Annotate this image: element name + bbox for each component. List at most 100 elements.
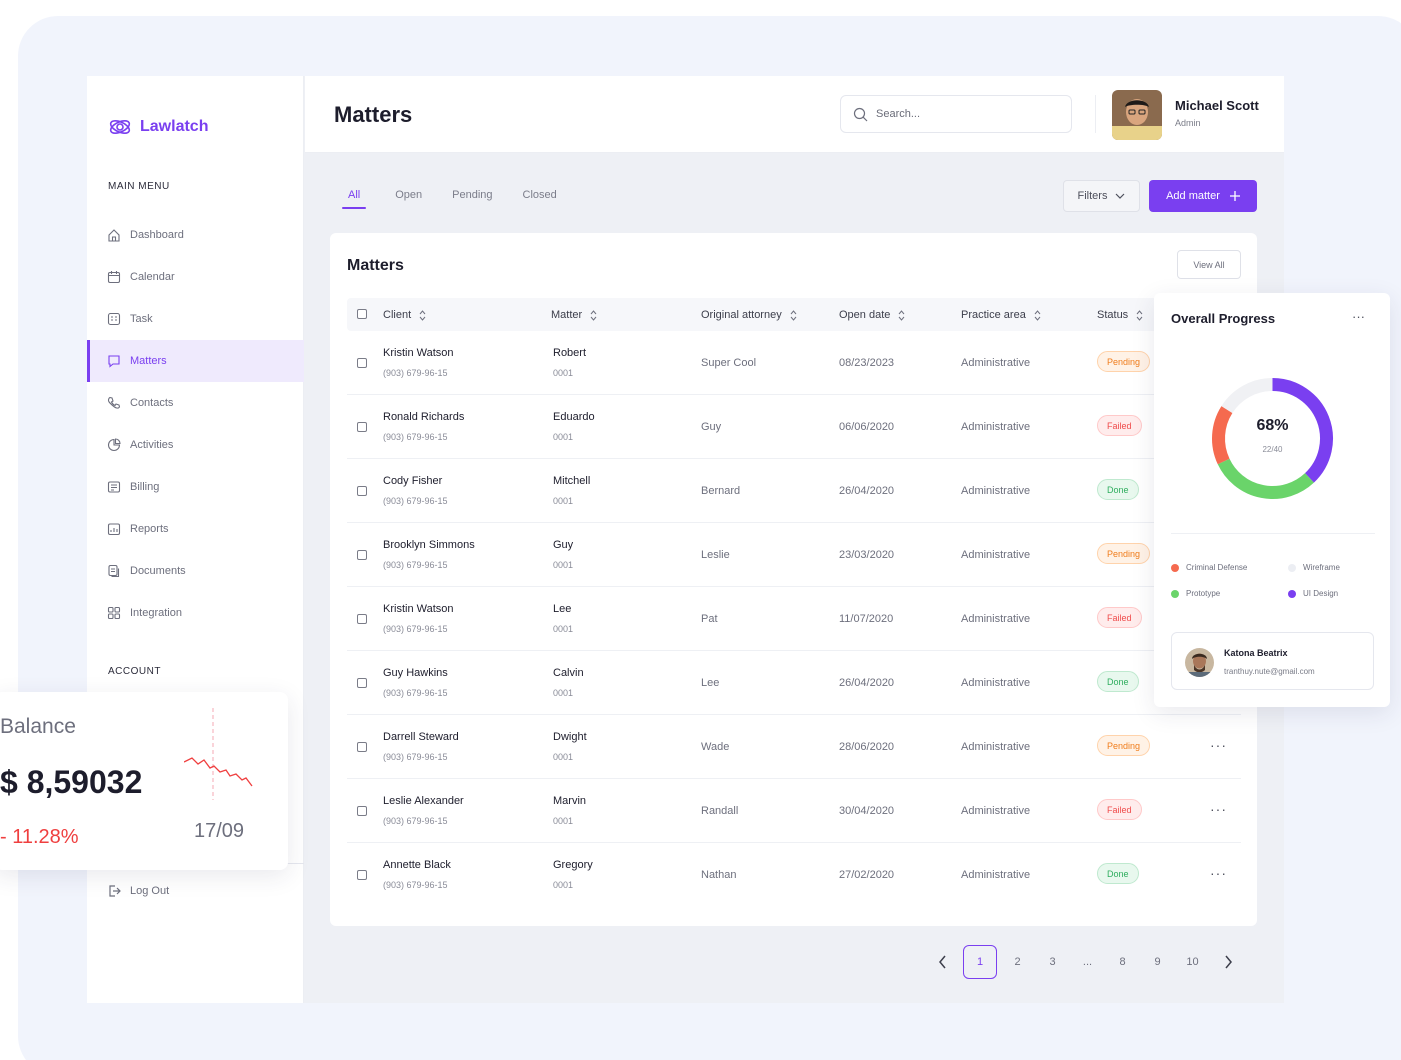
balance-change: - 11.28% — [0, 826, 79, 848]
status-badge: Pending — [1097, 543, 1151, 564]
row-checkbox[interactable] — [357, 678, 367, 688]
table-row[interactable]: Brooklyn Simmons (903) 679-96-15 Guy 0001 Le… — [347, 523, 1241, 587]
filters-button[interactable]: Filters — [1063, 180, 1140, 212]
prev-page-button[interactable] — [925, 945, 960, 979]
table-row[interactable]: Darrell Steward (903) 679-96-15 Dwight 0001… — [347, 715, 1241, 779]
app-logo[interactable]: Lawlatch — [108, 116, 208, 138]
tab-open[interactable]: Open — [380, 189, 437, 209]
column-status[interactable]: Status — [1097, 309, 1143, 321]
table-row[interactable]: Kristin Watson (903) 679-96-15 Lee 0001 Pat 1… — [347, 587, 1241, 651]
matter-name: Marvin — [553, 795, 587, 807]
client-phone: (903) 679-96-15 — [383, 432, 448, 442]
page-button[interactable]: 1 — [963, 945, 997, 979]
column-practice-area[interactable]: Practice area — [961, 309, 1041, 321]
tab-all[interactable]: All — [342, 189, 367, 209]
row-checkbox[interactable] — [357, 422, 367, 432]
reports-icon — [107, 523, 121, 536]
table-row[interactable]: Cody Fisher (903) 679-96-15 Mitchell 0001 Be… — [347, 459, 1241, 523]
sidebar-item-matters[interactable]: Matters — [87, 340, 304, 382]
sidebar-item-billing[interactable]: Billing — [87, 466, 304, 508]
row-actions-button[interactable]: ··· — [1210, 801, 1227, 817]
practice-area: Administrative — [961, 613, 1031, 625]
sidebar-item-dashboard[interactable]: Dashboard — [87, 214, 304, 256]
row-actions-button[interactable]: ··· — [1210, 737, 1227, 753]
home-icon — [108, 229, 120, 242]
row-checkbox[interactable] — [357, 358, 367, 368]
sidebar-item-contacts[interactable]: Contacts — [87, 382, 304, 424]
client-name: Darrell Steward — [383, 731, 459, 743]
page-button[interactable]: 8 — [1105, 945, 1140, 979]
table-row[interactable]: Ronald Richards (903) 679-96-15 Eduardo 000… — [347, 395, 1241, 459]
sidebar-nav: Dashboard Calendar Task Matters Contacts Acti… — [87, 214, 304, 634]
open-date: 30/04/2020 — [839, 805, 895, 817]
page-button[interactable]: 3 — [1035, 945, 1070, 979]
client-phone: (903) 679-96-15 — [383, 368, 448, 378]
status-badge: Done — [1097, 863, 1139, 884]
table-row[interactable]: Annette Black (903) 679-96-15 Gregory 0001 N… — [347, 843, 1241, 907]
balance-card: Balance $ 8,59032 - 11.28% 17/09 — [0, 692, 288, 870]
page-ellipsis: ... — [1082, 956, 1093, 968]
select-all-checkbox[interactable] — [357, 309, 367, 319]
account-label: ACCOUNT — [108, 666, 161, 677]
sidebar-item-integration[interactable]: Integration — [87, 592, 304, 634]
sort-icon — [1136, 309, 1143, 321]
legend-label: Prototype — [1186, 589, 1221, 598]
row-actions-button[interactable]: ··· — [1210, 865, 1227, 881]
matter-number: 0001 — [553, 624, 574, 634]
avatar[interactable] — [1112, 90, 1162, 140]
plus-icon — [1229, 191, 1240, 201]
logout-button[interactable]: Log Out — [107, 884, 169, 898]
legend-label: Wireframe — [1303, 563, 1340, 572]
sidebar-item-documents[interactable]: Documents — [87, 550, 304, 592]
table-row[interactable]: Leslie Alexander (903) 679-96-15 Marvin 000… — [347, 779, 1241, 843]
logout-icon — [109, 885, 121, 897]
original-attorney: Wade — [701, 741, 730, 753]
search-box[interactable] — [840, 95, 1072, 133]
row-checkbox[interactable] — [357, 806, 367, 816]
client-name: Guy Hawkins — [383, 667, 448, 679]
donut-segment-prototype — [1217, 458, 1314, 499]
page-button[interactable]: 9 — [1140, 945, 1175, 979]
table-row[interactable]: Kristin Watson (903) 679-96-15 Robert 0001 S… — [347, 331, 1241, 395]
view-all-button[interactable]: View All — [1177, 250, 1241, 279]
sidebar-item-task[interactable]: Task — [87, 298, 304, 340]
add-matter-button[interactable]: Add matter — [1149, 180, 1257, 212]
row-checkbox[interactable] — [357, 486, 367, 496]
sidebar-item-activities[interactable]: Activities — [87, 424, 304, 466]
contact-card[interactable]: Katona Beatrix tranthuy.nute@gmail.com — [1171, 632, 1374, 690]
column-client[interactable]: Client — [383, 309, 426, 321]
row-checkbox[interactable] — [357, 870, 367, 880]
pagination: 1 2 3... 8 9 10 — [925, 945, 1245, 979]
status-tabs: All Open Pending Closed — [342, 189, 572, 209]
chat-icon — [108, 355, 120, 368]
practice-area: Administrative — [961, 741, 1031, 753]
matter-number: 0001 — [553, 752, 574, 762]
billing-icon — [107, 481, 121, 493]
page-button[interactable]: 10 — [1175, 945, 1210, 979]
next-page-button[interactable] — [1210, 945, 1245, 979]
page-title: Matters — [334, 102, 413, 127]
tab-closed[interactable]: Closed — [508, 189, 572, 209]
matters-card-title: Matters — [347, 257, 404, 274]
row-checkbox[interactable] — [357, 614, 367, 624]
row-checkbox[interactable] — [357, 742, 367, 752]
sidebar-item-label: Dashboard — [130, 229, 184, 241]
sidebar-item-label: Documents — [130, 565, 186, 577]
original-attorney: Lee — [701, 677, 720, 689]
matter-name: Guy — [553, 539, 574, 551]
tab-pending[interactable]: Pending — [437, 189, 507, 209]
table-row[interactable]: Guy Hawkins (903) 679-96-15 Calvin 0001 Lee 2… — [347, 651, 1241, 715]
main-menu-label: MAIN MENU — [108, 181, 170, 192]
row-checkbox[interactable] — [357, 550, 367, 560]
search-input[interactable] — [876, 108, 1056, 120]
sidebar-item-reports[interactable]: Reports — [87, 508, 304, 550]
column-attorney[interactable]: Original attorney — [701, 309, 797, 321]
column-open-date[interactable]: Open date — [839, 309, 905, 321]
sidebar-item-calendar[interactable]: Calendar — [87, 256, 304, 298]
filters-label: Filters — [1077, 190, 1108, 202]
page-button[interactable]: 2 — [1000, 945, 1035, 979]
column-matter[interactable]: Matter — [551, 309, 597, 321]
sort-icon — [1034, 309, 1041, 321]
more-options-button[interactable]: ··· — [1352, 309, 1365, 324]
overall-progress-card: Overall Progress ··· 68% 22/40 Criminal … — [1154, 293, 1390, 707]
